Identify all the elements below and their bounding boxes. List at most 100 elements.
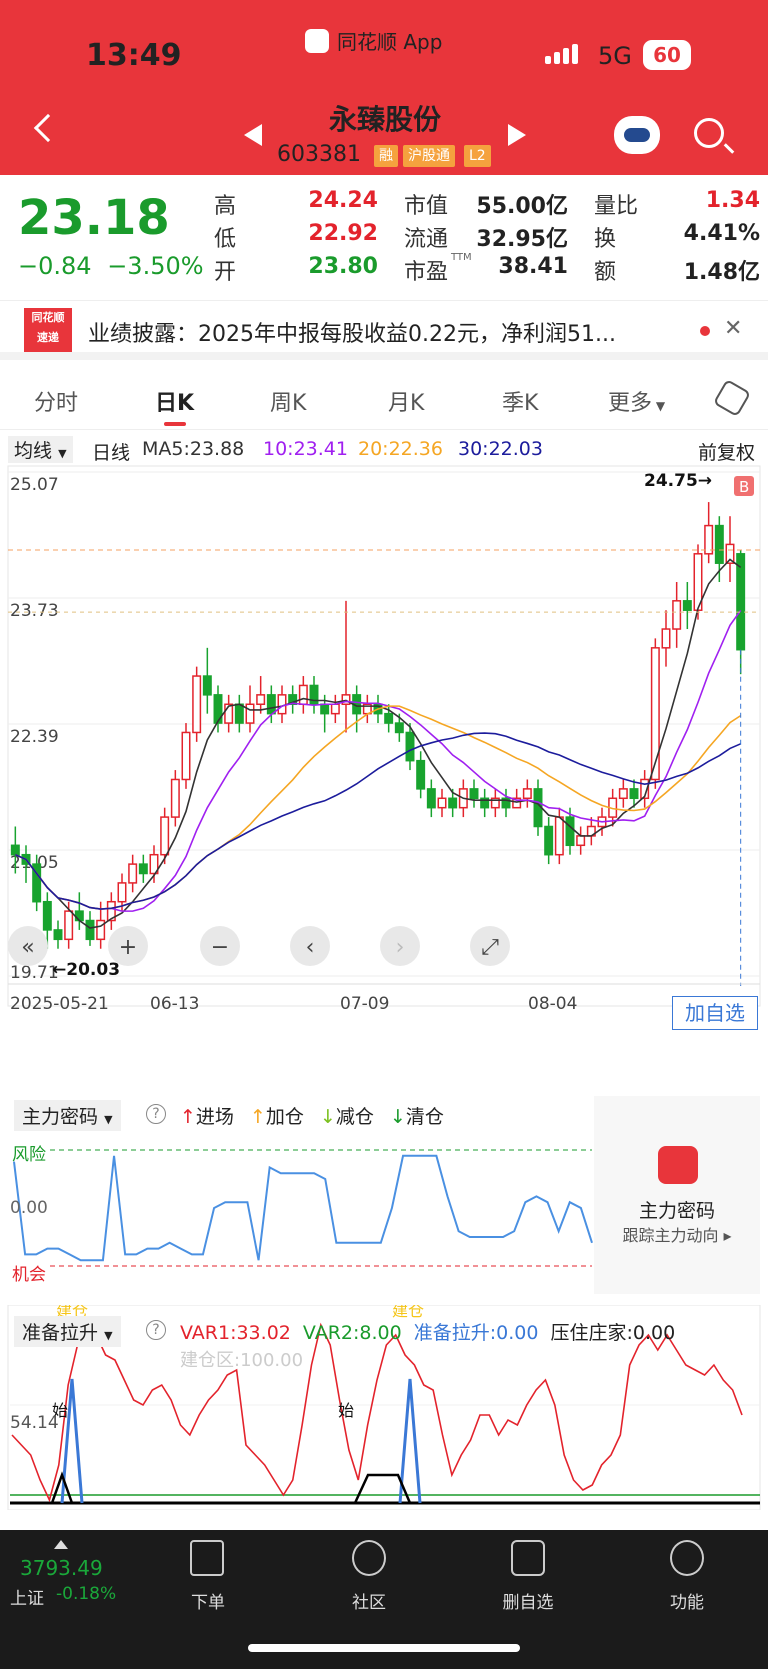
next-stock-icon[interactable]: [508, 124, 526, 146]
tab-community[interactable]: 社区: [329, 1588, 409, 1613]
legend-clear: 清仓: [405, 1106, 444, 1128]
tab-functions[interactable]: 功能: [647, 1588, 727, 1613]
candle-body: [330, 703, 340, 715]
candle-body: [192, 675, 202, 734]
close-icon[interactable]: ✕: [724, 316, 742, 341]
ma-line-MA5: [15, 558, 742, 929]
chart-nav-icon: +: [119, 935, 137, 960]
kline-chart[interactable]: 25.0723.7322.3921.0519.7124.75→←20.03B« +…: [0, 464, 768, 1104]
candle-body: [234, 703, 244, 724]
index-name: 上证: [10, 1589, 44, 1609]
x-tick-label: 06-13: [150, 994, 199, 1014]
index-pct: -0.18%: [56, 1584, 117, 1604]
chevron-down-icon: ▼: [58, 447, 67, 460]
tab-monthly[interactable]: 月K: [388, 385, 424, 417]
ma-selector[interactable]: 均线 ▼: [8, 436, 73, 463]
tab-more-label: 更多: [608, 391, 653, 416]
ind1-legend: ↑进场 ↑加仓 ↓减仓 ↓清仓: [180, 1102, 444, 1129]
ma-period: 日线: [92, 442, 131, 464]
candle-body: [437, 797, 447, 809]
chance-label: 机会: [12, 1265, 46, 1285]
ma20-value: 20:22.36: [358, 438, 443, 460]
ind1-selector-label: 主力密码: [22, 1106, 99, 1128]
battery-icon: 60: [643, 40, 691, 70]
quote-value: 38.41: [498, 254, 568, 279]
candle-body: [384, 712, 394, 724]
candle-body: [10, 844, 20, 856]
tab-quarterly[interactable]: 季K: [502, 385, 538, 417]
remove-watch-icon: [511, 1540, 545, 1576]
candle-body: [576, 835, 586, 847]
candle-body: [256, 694, 266, 706]
ind2-selector[interactable]: 准备拉升 ▼: [14, 1316, 121, 1347]
search-icon[interactable]: [694, 118, 724, 148]
candle-body: [682, 600, 692, 611]
news-text[interactable]: 业绩披露：2025年中报每股收益0.22元，净利润51...: [88, 316, 616, 348]
quote-label: 流通: [404, 227, 449, 252]
help-icon[interactable]: ?: [146, 1104, 166, 1124]
promo-subtitle: 跟踪主力动向 ▸: [622, 1226, 732, 1245]
quote-label: 市盈: [404, 260, 449, 285]
news-logo: 同花顺 速递: [24, 308, 72, 352]
add-watchlist-button[interactable]: 加自选: [672, 996, 758, 1030]
reduce-arrow-icon: ↓: [319, 1106, 336, 1128]
tab-daily[interactable]: 日K: [155, 385, 194, 417]
candle-body: [672, 600, 682, 630]
candle-body: [629, 788, 639, 800]
candle-body: [266, 694, 276, 715]
candle-body: [426, 788, 436, 809]
quote-value: 1.34: [705, 188, 760, 213]
zone-label: 建仓区:100.00: [180, 1350, 304, 1371]
app-tag: 同花顺 App: [305, 26, 442, 55]
chart-nav-icon: ⤢: [481, 935, 499, 960]
ind1-selector[interactable]: 主力密码 ▼: [14, 1100, 121, 1131]
robot-assistant-icon[interactable]: [614, 116, 660, 154]
ma5-value: MA5:23.88: [142, 438, 245, 460]
quote-label: 开: [214, 260, 237, 285]
enter-arrow-icon: ↑: [180, 1106, 196, 1128]
clear-arrow-icon: ↓: [389, 1106, 406, 1128]
ma10-value: 10:23.41: [263, 438, 348, 460]
quote-value: 23.80: [308, 254, 378, 279]
candle-body: [448, 797, 458, 809]
tag-l2: L2: [464, 145, 491, 167]
order-icon: [190, 1540, 224, 1576]
chart-nav-icon: −: [211, 935, 229, 960]
chart-nav-icon: ‹: [306, 935, 315, 960]
index-value[interactable]: 3793.49: [20, 1556, 103, 1580]
price-change: −0.84 −3.50%: [18, 252, 204, 280]
tab-intraday[interactable]: 分时: [34, 385, 78, 417]
x-tick-label: 08-04: [528, 994, 577, 1014]
prev-stock-icon[interactable]: [244, 124, 262, 146]
tab-more[interactable]: 更多 ▼: [608, 385, 665, 417]
candle-body: [117, 882, 127, 903]
candle-body: [245, 703, 255, 724]
candle-body: [416, 759, 426, 790]
promo-title: 主力密码: [638, 1200, 715, 1222]
candle-body: [394, 722, 404, 734]
help-icon[interactable]: ?: [146, 1320, 166, 1340]
candle-body: [309, 684, 319, 706]
chart-frame: [7, 465, 761, 1007]
level-label: 54.14: [10, 1413, 59, 1433]
promo-panel[interactable]: 主力密码 跟踪主力动向 ▸: [594, 1096, 760, 1294]
quote-label: 换: [594, 227, 617, 252]
tag-connect: 沪股通: [403, 145, 455, 167]
min-price-label: ←20.03: [52, 960, 120, 980]
tab-order[interactable]: 下单: [168, 1588, 248, 1613]
candle-body: [469, 788, 479, 800]
signal-icon: [545, 44, 578, 64]
tab-remove-watch[interactable]: 删自选: [488, 1588, 568, 1613]
candle-body: [202, 675, 212, 696]
candle-body: [736, 553, 746, 651]
tab-weekly[interactable]: 周K: [270, 385, 306, 417]
quote-value: 22.92: [308, 221, 378, 246]
change-pct: −3.50%: [107, 252, 204, 280]
app-label: 同花顺 App: [337, 30, 443, 54]
news-logo-top: 同花顺: [31, 311, 65, 324]
adjust-mode[interactable]: 前复权: [698, 438, 755, 465]
x-tick-label: 2025-05-21: [10, 994, 109, 1014]
ma-legend: 均线 ▼ 日线 MA5:23.88 10:23.41 20:22.36 30:2…: [0, 432, 768, 466]
stock-name: 永臻股份: [328, 103, 441, 136]
ind2-legend: VAR1:33.02 VAR2:8.00 准备拉升:0.00 压住庄家:0.00: [180, 1318, 675, 1345]
